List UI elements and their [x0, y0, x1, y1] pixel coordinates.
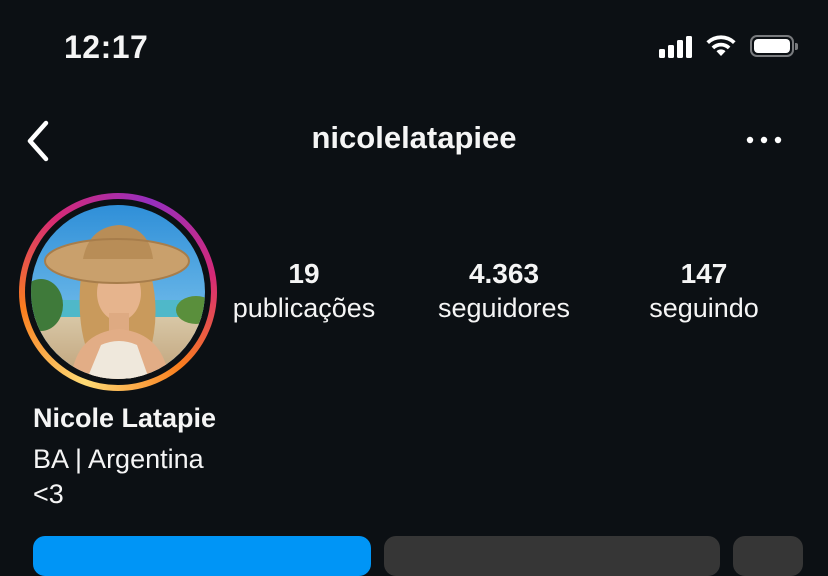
stat-posts[interactable]: 19 publicações — [204, 258, 404, 326]
status-icons — [659, 34, 798, 58]
status-time: 12:17 — [64, 29, 149, 65]
more-options-button[interactable] — [744, 128, 784, 152]
follow-button[interactable] — [33, 536, 371, 576]
message-button[interactable] — [384, 536, 720, 576]
signal-icon — [659, 34, 692, 58]
followers-count: 4.363 — [468, 258, 540, 289]
stat-followers[interactable]: 4.363 seguidores — [404, 258, 604, 326]
bio-line: <3 — [33, 479, 64, 509]
avatar — [31, 205, 205, 379]
followers-label: seguidores — [437, 293, 571, 323]
profile-username: nicolelatapiee — [311, 120, 517, 155]
stat-following[interactable]: 147 seguindo — [604, 258, 804, 326]
suggest-button[interactable] — [733, 536, 803, 576]
following-count: 147 — [680, 258, 728, 289]
battery-icon — [750, 35, 798, 57]
display-name: Nicole Latapie — [33, 403, 217, 433]
bio-line: BA | Argentina — [33, 444, 204, 474]
story-ring[interactable] — [19, 193, 217, 391]
posts-count: 19 — [288, 258, 320, 289]
action-buttons — [33, 536, 828, 576]
wifi-icon — [706, 35, 736, 56]
posts-label: publicações — [232, 293, 376, 323]
more-horizontal-icon — [746, 136, 782, 144]
following-label: seguindo — [649, 293, 759, 323]
